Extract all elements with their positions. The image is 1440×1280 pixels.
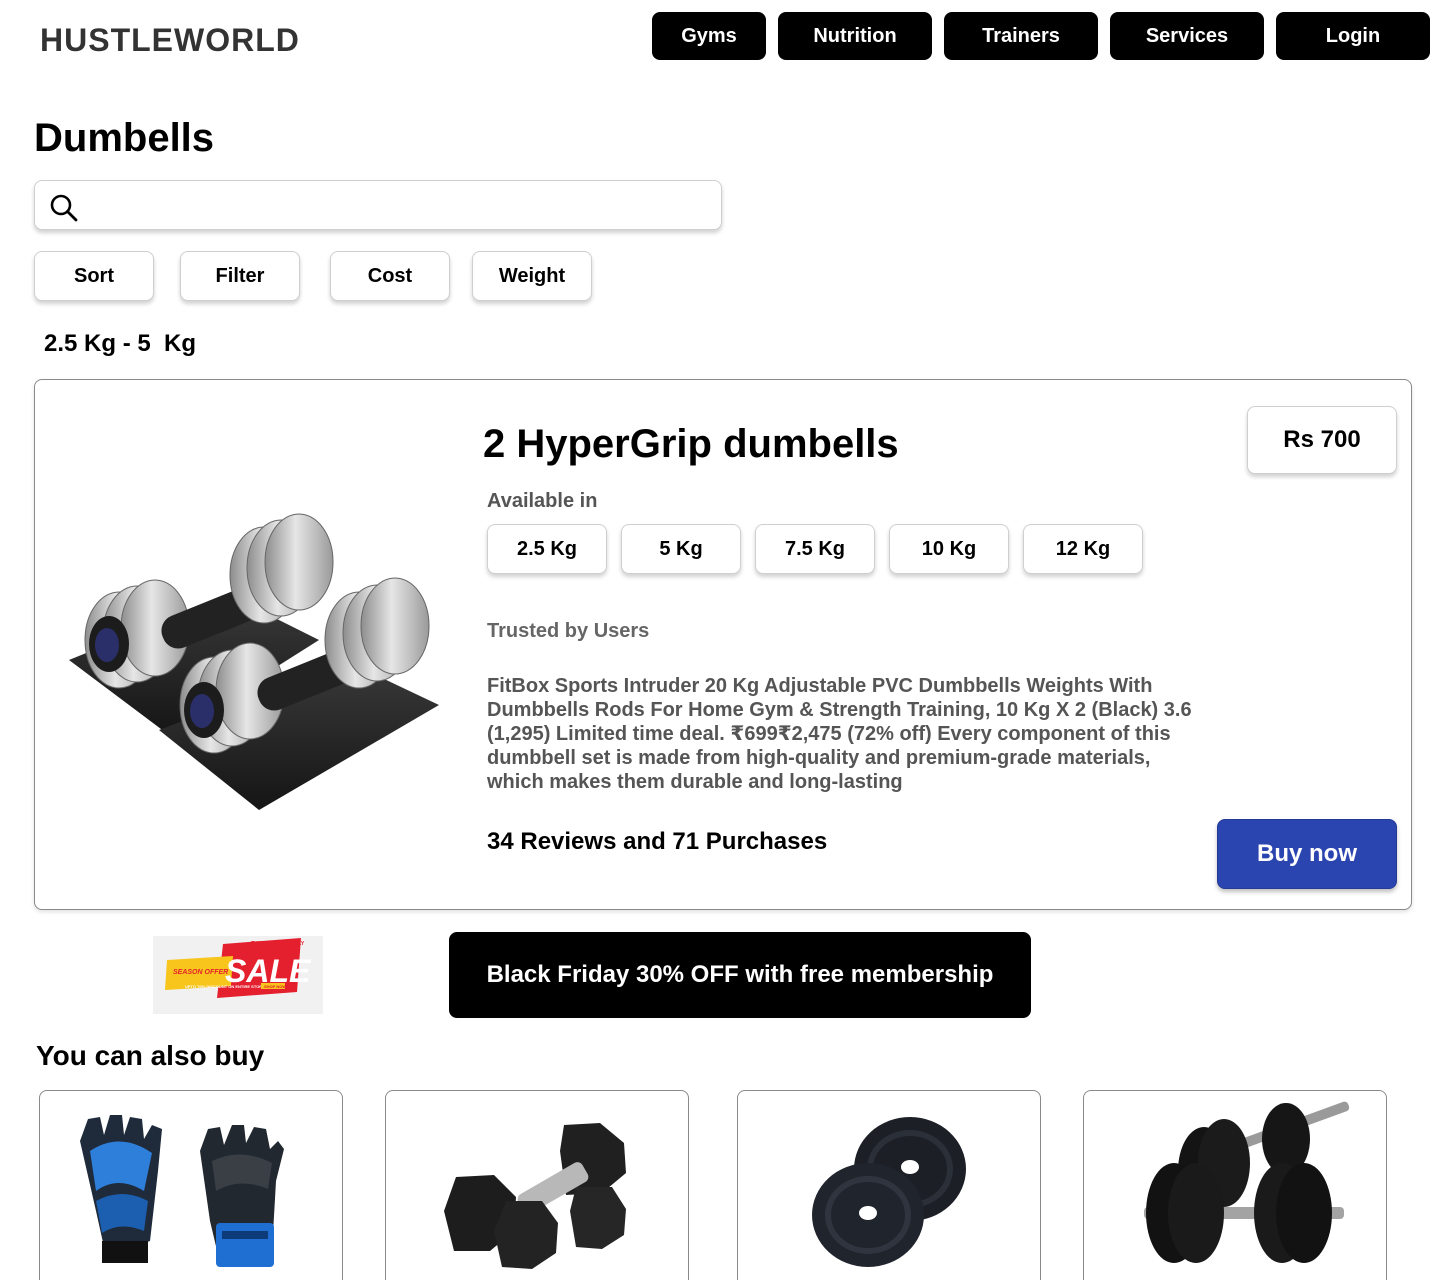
sale-banner-image[interactable]: THIS WEEKEND ONLY SEASON OFFER SALE UPTO…	[153, 936, 323, 1014]
weight-option-7-5kg[interactable]: 7.5 Kg	[755, 524, 875, 574]
sort-button[interactable]: Sort	[34, 251, 154, 301]
brand-logo[interactable]: HUSTLEWORLD	[40, 22, 300, 59]
nav-login[interactable]: Login	[1276, 12, 1430, 60]
hex-dumbbells-icon	[444, 1123, 626, 1269]
weight-range-label: 2.5 Kg - 5 Kg	[44, 330, 197, 357]
nav-services[interactable]: Services	[1110, 12, 1264, 60]
product-description: FitBox Sports Intruder 20 Kg Adjustable …	[487, 675, 1192, 793]
sale-sub-text: UPTO 70% DISCOUNT ON ENTIRE STORE	[185, 984, 265, 989]
sale-shop-text: SHOP NOW	[264, 984, 286, 989]
weight-option-2-5kg[interactable]: 2.5 Kg	[487, 524, 607, 574]
rec-card-gloves[interactable]	[39, 1090, 343, 1280]
filter-button[interactable]: Filter	[180, 251, 300, 301]
trusted-label: Trusted by Users	[487, 620, 650, 642]
weight-option-5kg[interactable]: 5 Kg	[621, 524, 741, 574]
nav-nutrition[interactable]: Nutrition	[778, 12, 932, 60]
sale-top-text: THIS WEEKEND ONLY	[251, 941, 305, 947]
search-icon	[50, 194, 78, 222]
search-bar[interactable]	[34, 180, 722, 230]
weight-option-12kg[interactable]: 12 Kg	[1023, 524, 1143, 574]
search-input[interactable]	[89, 189, 709, 221]
nav-trainers[interactable]: Trainers	[944, 12, 1098, 60]
weight-plates-icon	[812, 1117, 966, 1267]
review-purchase-stats: 34 Reviews and 71 Purchases	[487, 828, 828, 855]
rec-card-plate-dumbbells[interactable]	[1083, 1090, 1387, 1280]
black-friday-banner[interactable]: Black Friday 30% OFF with free membershi…	[449, 932, 1031, 1018]
recommendations-title: You can also buy	[36, 1040, 265, 1071]
weight-button[interactable]: Weight	[472, 251, 592, 301]
nav-gyms[interactable]: Gyms	[652, 12, 766, 60]
price-badge: Rs 700	[1247, 406, 1397, 474]
product-card: 2 HyperGrip dumbells Rs 700 Available in…	[34, 379, 1412, 910]
weight-option-10kg[interactable]: 10 Kg	[889, 524, 1009, 574]
gym-gloves-icon	[80, 1115, 284, 1267]
available-label: Available in	[487, 490, 598, 512]
product-title[interactable]: 2 HyperGrip dumbells	[483, 422, 899, 467]
adjustable-dumbbells-image	[69, 513, 439, 810]
sale-offer-text: SEASON OFFER	[173, 969, 228, 976]
rec-card-weight-plates[interactable]	[737, 1090, 1041, 1280]
rec-card-hex-dumbbells[interactable]	[385, 1090, 689, 1280]
buy-now-button[interactable]: Buy now	[1217, 819, 1397, 889]
plate-dumbbells-icon	[1144, 1101, 1350, 1263]
page-title: Dumbells	[34, 116, 215, 160]
cost-button[interactable]: Cost	[330, 251, 450, 301]
